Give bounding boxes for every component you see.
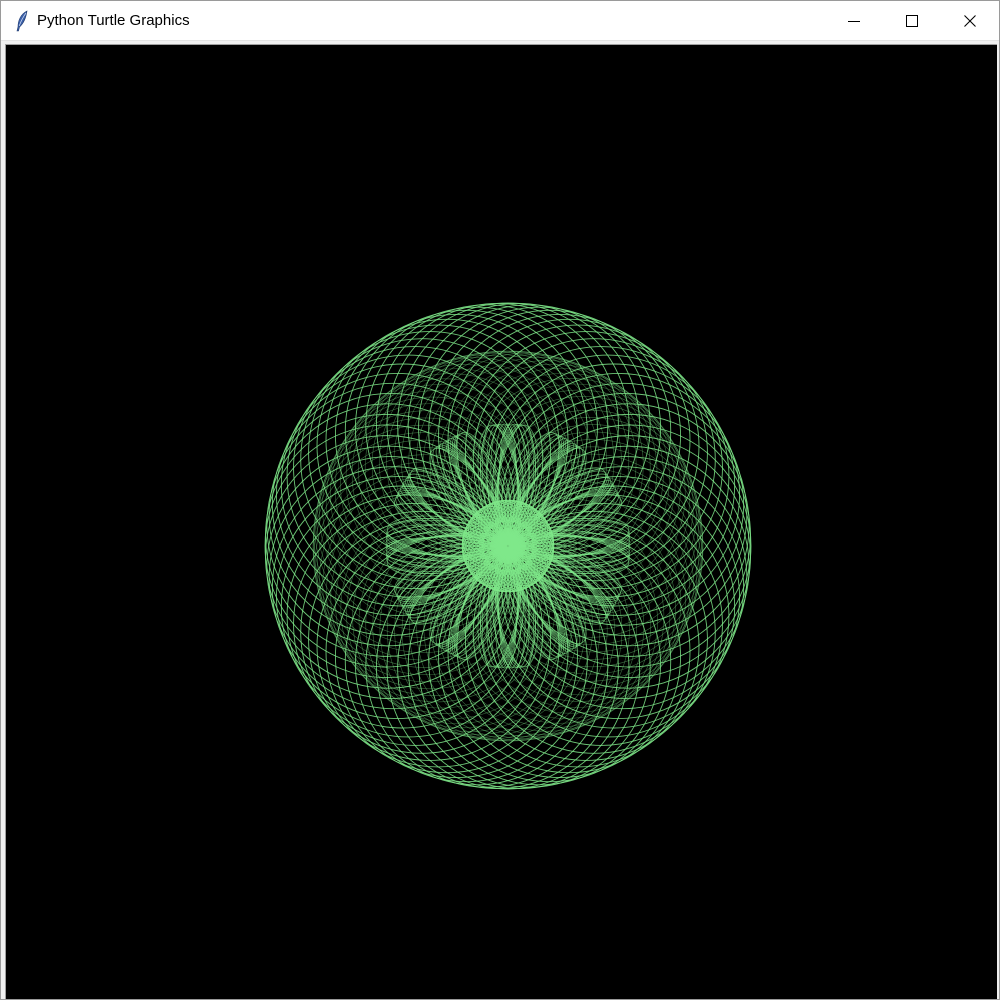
spirograph-drawing xyxy=(6,45,996,998)
window-title: Python Turtle Graphics xyxy=(37,12,190,29)
turtle-window: Python Turtle Graphics xyxy=(0,0,1000,1000)
maximize-icon xyxy=(906,14,918,27)
close-icon xyxy=(964,14,976,27)
maximize-button[interactable] xyxy=(883,1,941,40)
minimize-icon xyxy=(848,20,860,22)
minimize-button[interactable] xyxy=(825,1,883,40)
title-bar[interactable]: Python Turtle Graphics xyxy=(1,1,999,40)
core-fill xyxy=(490,528,526,564)
spirograph-pattern xyxy=(264,302,752,790)
title-separator xyxy=(1,40,999,41)
window-controls xyxy=(825,1,999,40)
feather-icon xyxy=(13,9,31,32)
turtle-canvas[interactable] xyxy=(5,44,997,999)
close-button[interactable] xyxy=(941,1,999,40)
